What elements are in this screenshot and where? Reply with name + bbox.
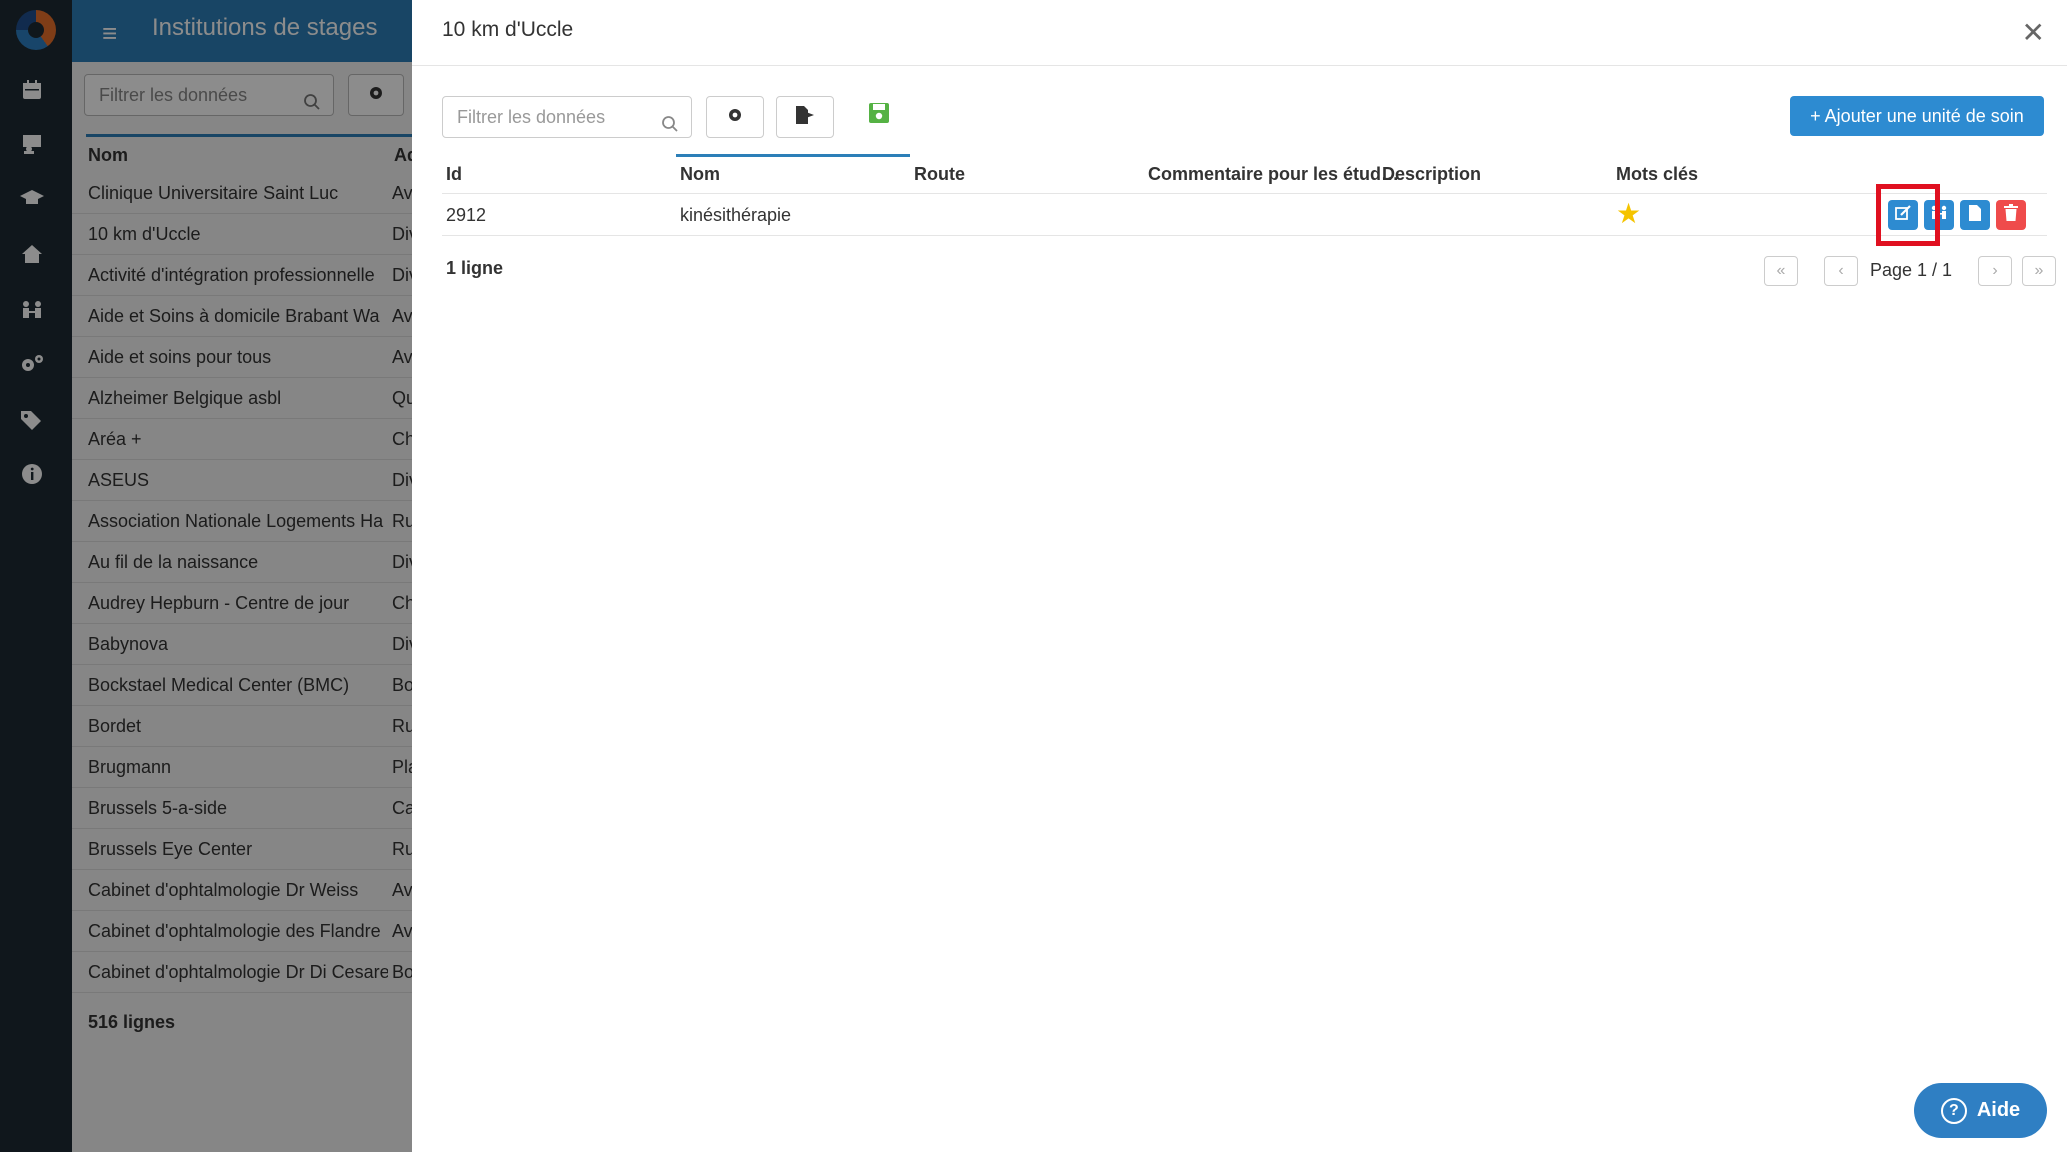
help-button[interactable]: ? Aide (1914, 1083, 2047, 1138)
filter-input[interactable]: Filtrer les données (442, 96, 692, 138)
cell-nom: kinésithérapie (680, 205, 792, 225)
floppy-disk-icon (867, 101, 891, 130)
gear-icon (726, 106, 744, 129)
table-row[interactable]: 2912 kinésithérapie ★ (442, 195, 2047, 236)
file-icon (1967, 204, 1983, 227)
filter-placeholder: Filtrer les données (457, 107, 606, 127)
panel-title: 10 km d'Uccle (442, 18, 574, 41)
settings-button[interactable] (706, 96, 764, 138)
save-button[interactable] (864, 100, 894, 130)
help-label: Aide (1976, 1099, 2021, 1121)
first-page-button[interactable]: « (1764, 256, 1798, 286)
search-icon (661, 107, 679, 147)
units-table-header: Id Nom Route Commentaire pour les étud… … (442, 156, 2047, 194)
units-panel: 10 km d'Uccle ✕ Filtrer les données + Aj… (412, 0, 2067, 1152)
last-page-button[interactable]: » (2022, 256, 2056, 286)
column-header-id[interactable]: Id (446, 164, 462, 185)
highlight-box (1876, 184, 1940, 246)
file-export-icon (794, 105, 816, 130)
column-header-mots-cles[interactable]: Mots clés (1616, 164, 1698, 185)
trash-icon (2003, 203, 2019, 227)
column-header-route[interactable]: Route (914, 164, 965, 185)
question-circle-icon: ? (1940, 1097, 1967, 1124)
add-care-unit-button[interactable]: + Ajouter une unité de soin (1790, 96, 2044, 136)
close-icon[interactable]: ✕ (2022, 16, 2045, 49)
column-header-commentaire[interactable]: Commentaire pour les étud… (1148, 164, 1399, 185)
star-icon: ★ (1616, 198, 1642, 229)
modal-backdrop[interactable] (0, 0, 412, 1152)
column-header-nom[interactable]: Nom (680, 164, 720, 185)
panel-divider (412, 65, 2067, 66)
row-count: 1 ligne (446, 258, 504, 278)
column-header-description[interactable]: Description (1382, 164, 1481, 185)
next-page-button[interactable]: › (1978, 256, 2012, 286)
document-button[interactable] (1960, 200, 1990, 230)
page-indicator: Page 1 / 1 (1870, 260, 1953, 280)
cell-id: 2912 (446, 205, 487, 225)
delete-button[interactable] (1996, 200, 2026, 230)
prev-page-button[interactable]: ‹ (1824, 256, 1858, 286)
export-button[interactable] (776, 96, 834, 138)
